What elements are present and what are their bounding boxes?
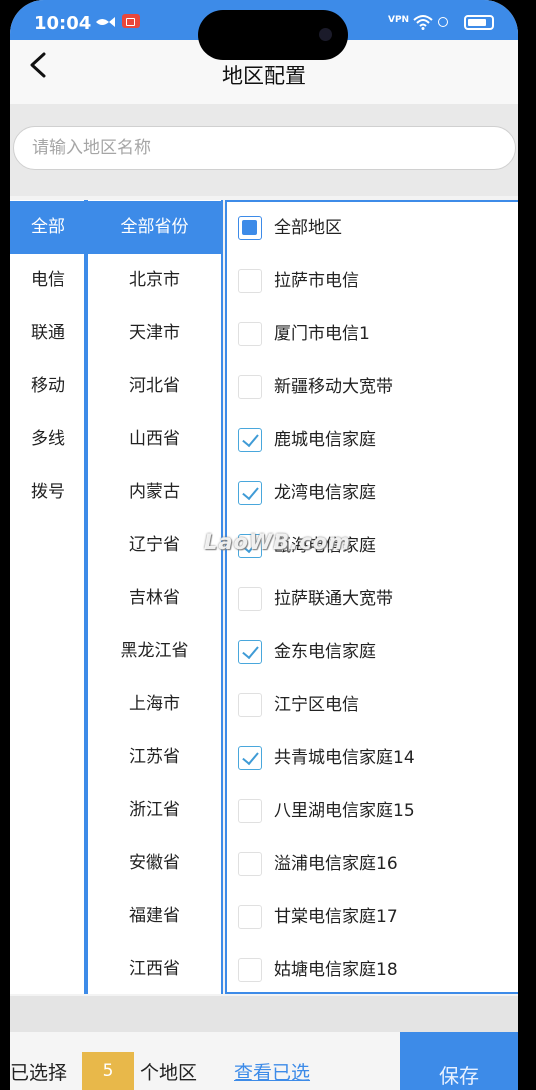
selected-count-badge: 5 (82, 1052, 134, 1090)
area-label: 全部地区 (274, 218, 342, 238)
view-selected-link[interactable]: 查看已选 (234, 1058, 310, 1085)
area-label: 金东电信家庭 (274, 642, 376, 662)
province-item[interactable]: 江西省 (88, 943, 221, 996)
carrier-item[interactable]: 多线 (10, 413, 86, 466)
area-item[interactable]: 拉萨联通大宽带 (227, 573, 518, 626)
checkbox-checked-icon[interactable] (238, 640, 262, 664)
wifi-icon (413, 15, 433, 30)
checkbox-checked-icon[interactable] (238, 481, 262, 505)
area-label: 溢浦电信家庭16 (274, 854, 398, 874)
carrier-item[interactable]: 拨号 (10, 466, 86, 519)
area-item[interactable]: 江宁区电信 (227, 679, 518, 732)
camera-notch (198, 10, 348, 60)
province-item[interactable]: 黑龙江省 (88, 625, 221, 678)
area-item[interactable]: 鹿城电信家庭 (227, 414, 518, 467)
area-item[interactable]: 姑塘电信家庭18 (227, 944, 518, 997)
province-item[interactable]: 河北省 (88, 360, 221, 413)
area-label: 鹿城电信家庭 (274, 430, 376, 450)
battery-icon (464, 15, 494, 30)
app-screen: 10:04 VPN 地区配置 全部电信联通移动多线拨号 全部省份北京市天津市河北… (10, 0, 518, 1090)
province-item[interactable]: 福建省 (88, 890, 221, 943)
area-label: 拉萨市电信 (274, 271, 359, 291)
screen-record-icon (122, 14, 140, 28)
area-list: 全部地区 拉萨市电信 厦门市电信1 新疆移动大宽带 鹿城电信家庭 龙湾电信家庭 瓯海电信家庭… (225, 200, 518, 994)
search-bar (10, 104, 518, 196)
footer-divider (10, 996, 518, 1032)
area-item[interactable]: 全部地区 (227, 202, 518, 255)
bottom-bar: 已选择 5 个地区 查看已选 保存 (10, 1032, 518, 1090)
save-button[interactable]: 保存 (400, 1032, 518, 1090)
vpn-icon: VPN (388, 15, 410, 25)
carrier-item[interactable]: 全部 (10, 201, 86, 254)
area-item[interactable]: 甘棠电信家庭17 (227, 891, 518, 944)
area-label: 姑塘电信家庭18 (274, 960, 398, 980)
area-label: 拉萨联通大宽带 (274, 589, 393, 609)
area-label: 龙湾电信家庭 (274, 483, 376, 503)
province-item[interactable]: 内蒙古 (88, 466, 221, 519)
area-item[interactable]: 新疆移动大宽带 (227, 361, 518, 414)
province-list: 全部省份 北京市 天津市 河北省 山西省 内蒙古 辽宁省 吉林省 黑龙江省 上海市 江苏省 浙江省 安徽… (86, 200, 223, 994)
province-item[interactable]: 吉林省 (88, 572, 221, 625)
selected-prefix: 已选择 (10, 1062, 68, 1084)
province-item[interactable]: 全部省份 (88, 201, 221, 254)
area-label: 甘棠电信家庭17 (274, 907, 398, 927)
carrier-item[interactable]: 联通 (10, 307, 86, 360)
watermark-text: LaoWB.com (204, 530, 351, 554)
search-input[interactable] (13, 126, 516, 170)
area-item[interactable]: 厦门市电信1 (227, 308, 518, 361)
area-item[interactable]: 共青城电信家庭14 (227, 732, 518, 785)
checkbox-empty-icon[interactable] (238, 693, 262, 717)
selected-suffix: 个地区 (140, 1062, 198, 1084)
checkbox-empty-icon[interactable] (238, 269, 262, 293)
checkbox-empty-icon[interactable] (238, 958, 262, 982)
page-title: 地区配置 (222, 64, 306, 88)
area-item[interactable]: 龙湾电信家庭 (227, 467, 518, 520)
status-time: 10:04 (34, 13, 92, 34)
checkbox-empty-icon[interactable] (238, 799, 262, 823)
device-frame (518, 0, 536, 1090)
alarm-icon (438, 17, 448, 27)
front-camera-icon (319, 28, 332, 41)
area-item[interactable]: 溢浦电信家庭16 (227, 838, 518, 891)
province-item[interactable]: 安徽省 (88, 837, 221, 890)
fish-icon (96, 17, 115, 27)
checkbox-checked-icon[interactable] (238, 746, 262, 770)
area-label: 厦门市电信1 (274, 324, 370, 344)
checkbox-empty-icon[interactable] (238, 587, 262, 611)
carrier-item[interactable]: 电信 (10, 254, 86, 307)
checkbox-select-all-icon[interactable] (238, 216, 262, 240)
checkbox-empty-icon[interactable] (238, 375, 262, 399)
checkbox-empty-icon[interactable] (238, 322, 262, 346)
status-bar: 10:04 VPN (10, 0, 518, 60)
province-item[interactable]: 辽宁省 (88, 519, 221, 572)
area-item[interactable]: 拉萨市电信 (227, 255, 518, 308)
area-item[interactable]: 金东电信家庭 (227, 626, 518, 679)
checkbox-empty-icon[interactable] (238, 905, 262, 929)
checkbox-checked-icon[interactable] (238, 428, 262, 452)
carrier-item[interactable]: 移动 (10, 360, 86, 413)
area-label: 江宁区电信 (274, 695, 359, 715)
province-item[interactable]: 山西省 (88, 413, 221, 466)
area-label: 共青城电信家庭14 (274, 748, 415, 768)
province-item[interactable]: 上海市 (88, 678, 221, 731)
province-item[interactable]: 江苏省 (88, 731, 221, 784)
area-label: 八里湖电信家庭15 (274, 801, 415, 821)
province-item[interactable]: 北京市 (88, 254, 221, 307)
province-item[interactable]: 天津市 (88, 307, 221, 360)
checkbox-empty-icon[interactable] (238, 852, 262, 876)
area-label: 新疆移动大宽带 (274, 377, 393, 397)
carrier-list: 全部 电信 联通 移动 多线 拨号 (10, 200, 86, 994)
area-item[interactable]: 八里湖电信家庭15 (227, 785, 518, 838)
province-item[interactable]: 浙江省 (88, 784, 221, 837)
